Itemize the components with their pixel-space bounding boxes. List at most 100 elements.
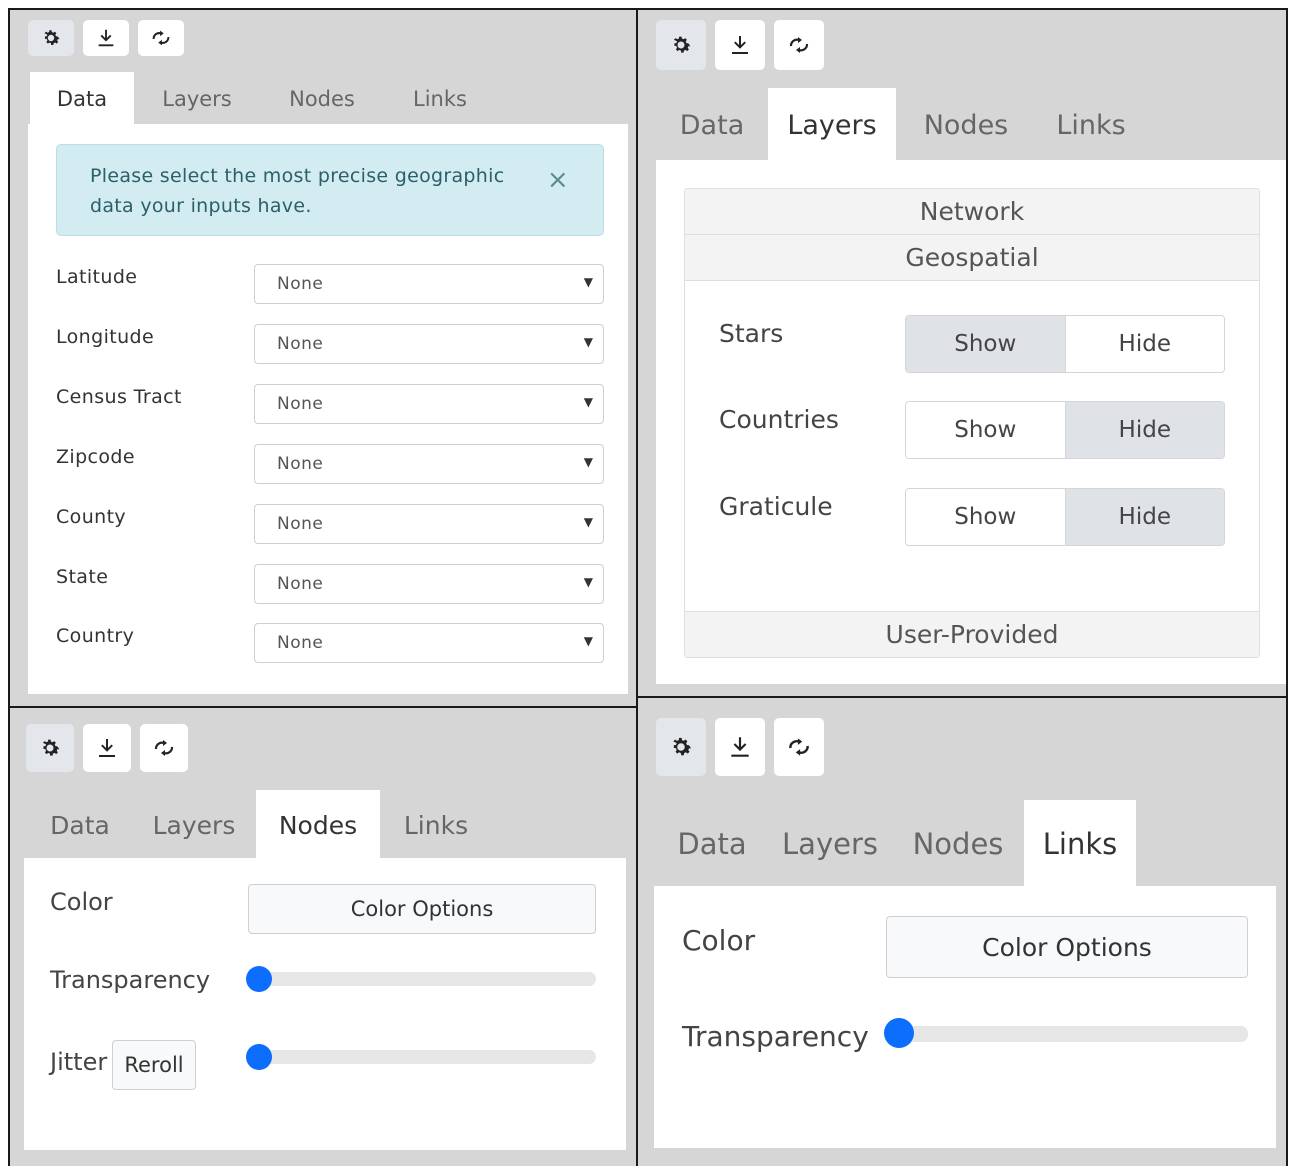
refresh-button[interactable] [774,718,824,776]
refresh-button[interactable] [774,20,824,70]
field-label: Zipcode [56,446,135,468]
stars-show-button[interactable]: Show [906,316,1065,372]
field-label: Longitude [56,326,155,348]
tab-data[interactable]: Data [28,790,132,860]
transparency-slider[interactable] [886,1026,1248,1042]
caret-down-icon: ▼ [583,634,593,648]
select-value: None [277,574,324,594]
select-value: None [277,394,324,414]
census-tract-select[interactable]: None ▼ [254,384,604,424]
zipcode-select[interactable]: None ▼ [254,444,604,484]
field-row-zipcode: Zipcode None ▼ [56,444,604,484]
refresh-arrows-icon [786,734,812,760]
download-button[interactable] [83,724,131,772]
tab-bar: Data Layers Nodes Links [656,800,1136,888]
toggle-label: Countries [719,405,839,434]
tab-data[interactable]: Data [30,72,134,126]
field-row-state: State None ▼ [56,564,604,604]
tab-layers[interactable]: Layers [132,790,256,860]
color-label: Color [682,924,756,957]
nodes-panel: Color Color Options Transparency Jitter … [24,858,626,1150]
tab-bar: Data Layers Nodes Links [28,790,492,860]
accordion-header-user-provided[interactable]: User-Provided [685,611,1259,657]
layers-panel: Network Geospatial Stars Show Hide Count… [656,160,1286,684]
tab-layers[interactable]: Layers [134,72,260,126]
tab-nodes[interactable]: Nodes [260,72,384,126]
countries-hide-button[interactable]: Hide [1064,402,1224,458]
tab-links[interactable]: Links [380,790,492,860]
tab-links[interactable]: Links [384,72,496,126]
download-button[interactable] [715,718,765,776]
refresh-arrows-icon [150,27,172,49]
tab-links[interactable]: Links [1024,800,1136,888]
transparency-slider[interactable] [248,972,596,986]
jitter-slider-handle[interactable] [246,1044,272,1070]
transparency-slider-handle[interactable] [884,1018,914,1048]
toggle-row-countries: Countries Show Hide [719,401,1225,459]
tab-layers[interactable]: Layers [768,800,892,888]
data-panel: Please select the most precise geographi… [28,124,628,694]
countries-show-button[interactable]: Show [906,402,1065,458]
graticule-show-button[interactable]: Show [906,489,1065,545]
field-row-latitude: Latitude None ▼ [56,264,604,304]
toggle-label: Graticule [719,492,833,521]
refresh-arrows-icon [152,736,176,760]
data-tab-screenshot: Data Layers Nodes Links Please select th… [8,8,638,708]
caret-down-icon: ▼ [583,515,593,529]
toolbar [28,20,193,56]
tab-layers[interactable]: Layers [768,88,896,162]
toolbar [656,20,833,70]
download-icon [728,33,752,57]
color-options-button[interactable]: Color Options [886,916,1248,978]
country-select[interactable]: None ▼ [254,623,604,663]
close-icon[interactable]: × [547,165,569,195]
refresh-button[interactable] [138,20,184,56]
accordion-header-network[interactable]: Network [685,189,1259,235]
download-button[interactable] [715,20,765,70]
select-value: None [277,514,324,534]
caret-down-icon: ▼ [583,395,593,409]
tab-bar: Data Layers Nodes Links [656,88,1146,162]
download-icon [727,734,753,760]
tab-links[interactable]: Links [1036,88,1146,162]
field-label: Latitude [56,266,138,288]
latitude-select[interactable]: None ▼ [254,264,604,304]
countries-toggle-group: Show Hide [905,401,1225,459]
settings-button[interactable] [656,20,706,70]
stars-hide-button[interactable]: Hide [1064,316,1224,372]
layers-accordion: Network Geospatial Stars Show Hide Count… [684,188,1260,658]
transparency-label: Transparency [50,966,211,994]
graticule-hide-button[interactable]: Hide [1064,489,1224,545]
tab-nodes[interactable]: Nodes [256,790,380,860]
layers-tab-screenshot: Data Layers Nodes Links Network Geospati… [636,8,1288,698]
accordion-header-geospatial[interactable]: Geospatial [685,235,1259,281]
settings-button[interactable] [656,718,706,776]
tab-data[interactable]: Data [656,88,768,162]
download-icon [95,27,117,49]
download-button[interactable] [83,20,129,56]
download-icon [95,736,119,760]
state-select[interactable]: None ▼ [254,564,604,604]
longitude-select[interactable]: None ▼ [254,324,604,364]
field-label: Census Tract [56,386,182,408]
color-options-button[interactable]: Color Options [248,884,596,934]
refresh-button[interactable] [140,724,188,772]
reroll-button[interactable]: Reroll [112,1040,196,1090]
settings-button[interactable] [28,20,74,56]
settings-button[interactable] [26,724,74,772]
color-label: Color [50,888,113,916]
jitter-slider[interactable] [248,1050,596,1064]
county-select[interactable]: None ▼ [254,504,604,544]
stars-toggle-group: Show Hide [905,315,1225,373]
field-row-longitude: Longitude None ▼ [56,324,604,364]
tab-data[interactable]: Data [656,800,768,888]
tab-nodes[interactable]: Nodes [892,800,1024,888]
caret-down-icon: ▼ [583,455,593,469]
links-tab-screenshot: Data Layers Nodes Links Color Color Opti… [636,696,1288,1166]
gear-icon [668,734,694,760]
gear-icon [40,27,62,49]
caret-down-icon: ▼ [583,575,593,589]
tab-nodes[interactable]: Nodes [896,88,1036,162]
transparency-slider-handle[interactable] [246,966,272,992]
field-label: County [56,506,127,528]
